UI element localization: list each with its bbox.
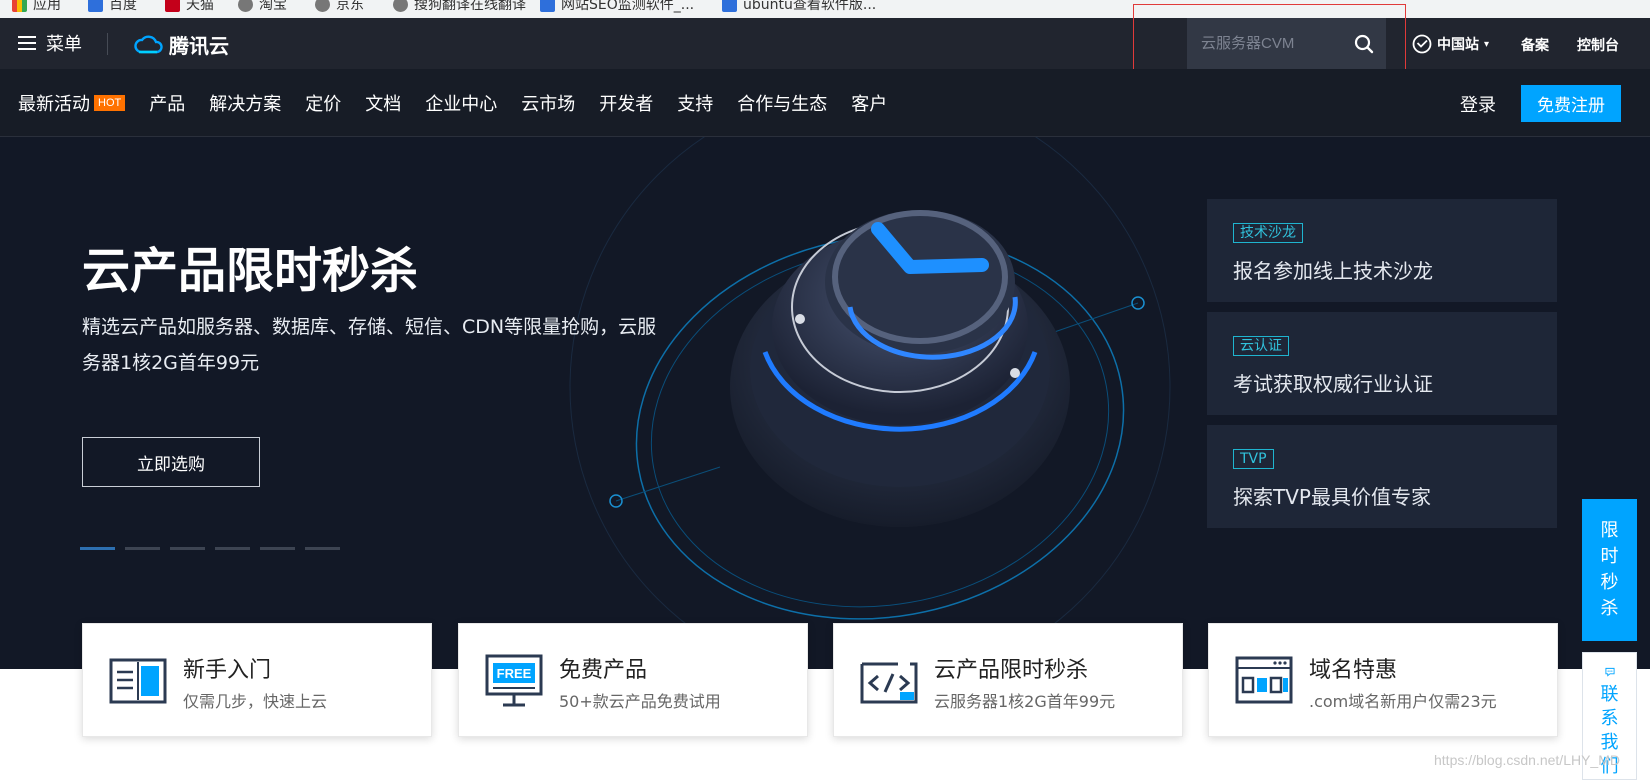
bookmark-sogou[interactable]: 搜狗翻译在线翻译: [393, 0, 526, 15]
bookmark-apps[interactable]: 应用: [12, 0, 61, 15]
beian-link[interactable]: 备案: [1521, 35, 1549, 55]
nav-item-customers[interactable]: 客户: [851, 90, 887, 116]
login-link[interactable]: 登录: [1460, 91, 1496, 117]
nav-item-docs[interactable]: 文档: [365, 90, 401, 116]
search-box: [1187, 18, 1386, 69]
promo-text: 考试获取权威行业认证: [1233, 372, 1433, 396]
nav-item-enterprise[interactable]: 企业中心: [425, 90, 497, 116]
bookmark-jd[interactable]: 京东: [315, 0, 364, 15]
nav-item-support[interactable]: 支持: [677, 90, 713, 116]
page-icon: [540, 0, 555, 12]
domain-icon: [1235, 656, 1293, 704]
globe-icon: [393, 0, 408, 12]
baidu-icon: [88, 0, 103, 12]
chevron-down-icon: ▾: [1484, 38, 1490, 50]
feature-title: 域名特惠: [1309, 658, 1398, 683]
nav-item-pricing[interactable]: 定价: [305, 90, 341, 116]
top-bar: 菜单 腾讯云 中国站 ▾ 备案 控制台: [0, 18, 1650, 69]
feature-subtitle: 50+款云产品免费试用: [559, 692, 721, 711]
feature-title: 云产品限时秒杀: [934, 658, 1089, 683]
clock-illustration: [569, 137, 1171, 669]
promo-text: 探索TVP最具价值专家: [1233, 485, 1431, 509]
promo-text: 报名参加线上技术沙龙: [1233, 259, 1433, 283]
svg-text:FREE: FREE: [497, 666, 532, 681]
nav-item-developers[interactable]: 开发者: [599, 90, 653, 116]
carousel-dot[interactable]: [305, 547, 340, 550]
clock-globe-icon: [1412, 34, 1432, 54]
promo-card-salon[interactable]: 技术沙龙 报名参加线上技术沙龙: [1207, 199, 1557, 302]
buy-now-button[interactable]: 立即选购: [82, 437, 260, 487]
promo-card-tvp[interactable]: TVP 探索TVP最具价值专家: [1207, 425, 1557, 528]
hot-badge: HOT: [94, 95, 126, 111]
search-icon[interactable]: [1354, 34, 1374, 54]
divider: [107, 33, 108, 55]
hamburger-icon: [18, 36, 36, 50]
nav-item-solutions[interactable]: 解决方案: [209, 90, 281, 116]
hero-subtitle: 精选云产品如服务器、数据库、存储、短信、CDN等限量抢购，云服务器1核2G首年9…: [82, 316, 657, 374]
feature-card-getting-started[interactable]: 新手入门 仅需几步，快速上云: [82, 623, 432, 737]
tmall-icon: [165, 0, 180, 12]
search-input[interactable]: [1201, 18, 1351, 69]
chat-bubble-icon: [1604, 667, 1615, 677]
bookmarks-bar: 应用 百度 天猫 淘宝 京东 搜狗翻译在线翻译 网站SEO监测软件_... ub…: [0, 0, 1650, 18]
main-nav: 最新活动 HOT 产品 解决方案 定价 文档 企业中心 云市场 开发者 支持 合作…: [0, 69, 1650, 137]
carousel-dot[interactable]: [215, 547, 250, 550]
hero-title: 云产品限时秒杀: [82, 243, 419, 299]
tencent-cloud-logo[interactable]: 腾讯云: [133, 30, 229, 59]
carousel-dot[interactable]: [260, 547, 295, 550]
menu-button[interactable]: 菜单: [18, 30, 82, 56]
cloud-logo-icon: [134, 35, 163, 53]
feature-subtitle: 仅需几步，快速上云: [183, 692, 328, 711]
promo-tag: 云认证: [1233, 336, 1289, 356]
bookmark-seo[interactable]: 网站SEO监测软件_...: [540, 0, 694, 15]
nav-item-marketplace[interactable]: 云市场: [521, 90, 575, 116]
apps-grid-icon: [12, 0, 27, 12]
feature-subtitle: 云服务器1核2G首年99元: [934, 692, 1116, 711]
bookmark-baidu[interactable]: 百度: [88, 0, 137, 15]
promo-card-certification[interactable]: 云认证 考试获取权威行业认证: [1207, 312, 1557, 415]
feature-subtitle: .com域名新用户仅需23元: [1309, 692, 1497, 711]
region-selector[interactable]: 中国站 ▾: [1412, 34, 1489, 54]
promo-tag: 技术沙龙: [1233, 223, 1303, 243]
feature-card-free-products[interactable]: FREE 免费产品 50+款云产品免费试用: [458, 623, 808, 737]
bookmark-tmall[interactable]: 天猫: [165, 0, 214, 15]
feature-title: 新手入门: [183, 658, 272, 683]
feature-card-flash-sale[interactable]: 云产品限时秒杀 云服务器1核2G首年99元: [833, 623, 1183, 737]
carousel-dot[interactable]: [125, 547, 160, 550]
nav-item-products[interactable]: 产品: [149, 90, 185, 116]
side-flash-sale-button[interactable]: 限 时 秒 杀: [1582, 499, 1637, 641]
feature-card-domain[interactable]: 域名特惠 .com域名新用户仅需23元: [1208, 623, 1558, 737]
csdn-watermark: https://blog.csdn.net/LHY_MD: [1434, 752, 1620, 768]
bookmark-taobao[interactable]: 淘宝: [238, 0, 287, 15]
register-button[interactable]: 免费注册: [1521, 85, 1621, 122]
hero-banner: 云产品限时秒杀 精选云产品如服务器、数据库、存储、短信、CDN等限量抢购，云服务…: [0, 137, 1650, 669]
nav-item-partners[interactable]: 合作与生态: [737, 90, 827, 116]
free-monitor-icon: FREE: [485, 654, 543, 707]
bookmark-ubuntu[interactable]: ubuntu查看软件版...: [722, 0, 876, 15]
code-icon: [860, 662, 918, 704]
feature-title: 免费产品: [559, 658, 648, 683]
book-icon: [109, 658, 167, 704]
globe-icon: [238, 0, 253, 12]
promo-tag: TVP: [1233, 449, 1274, 469]
globe-icon: [315, 0, 330, 12]
carousel-dot[interactable]: [170, 547, 205, 550]
nav-item-activities[interactable]: 最新活动 HOT: [18, 90, 126, 116]
page-icon: [722, 0, 737, 12]
carousel-dots: [80, 547, 340, 550]
console-link[interactable]: 控制台: [1577, 35, 1619, 55]
carousel-dot[interactable]: [80, 547, 115, 550]
